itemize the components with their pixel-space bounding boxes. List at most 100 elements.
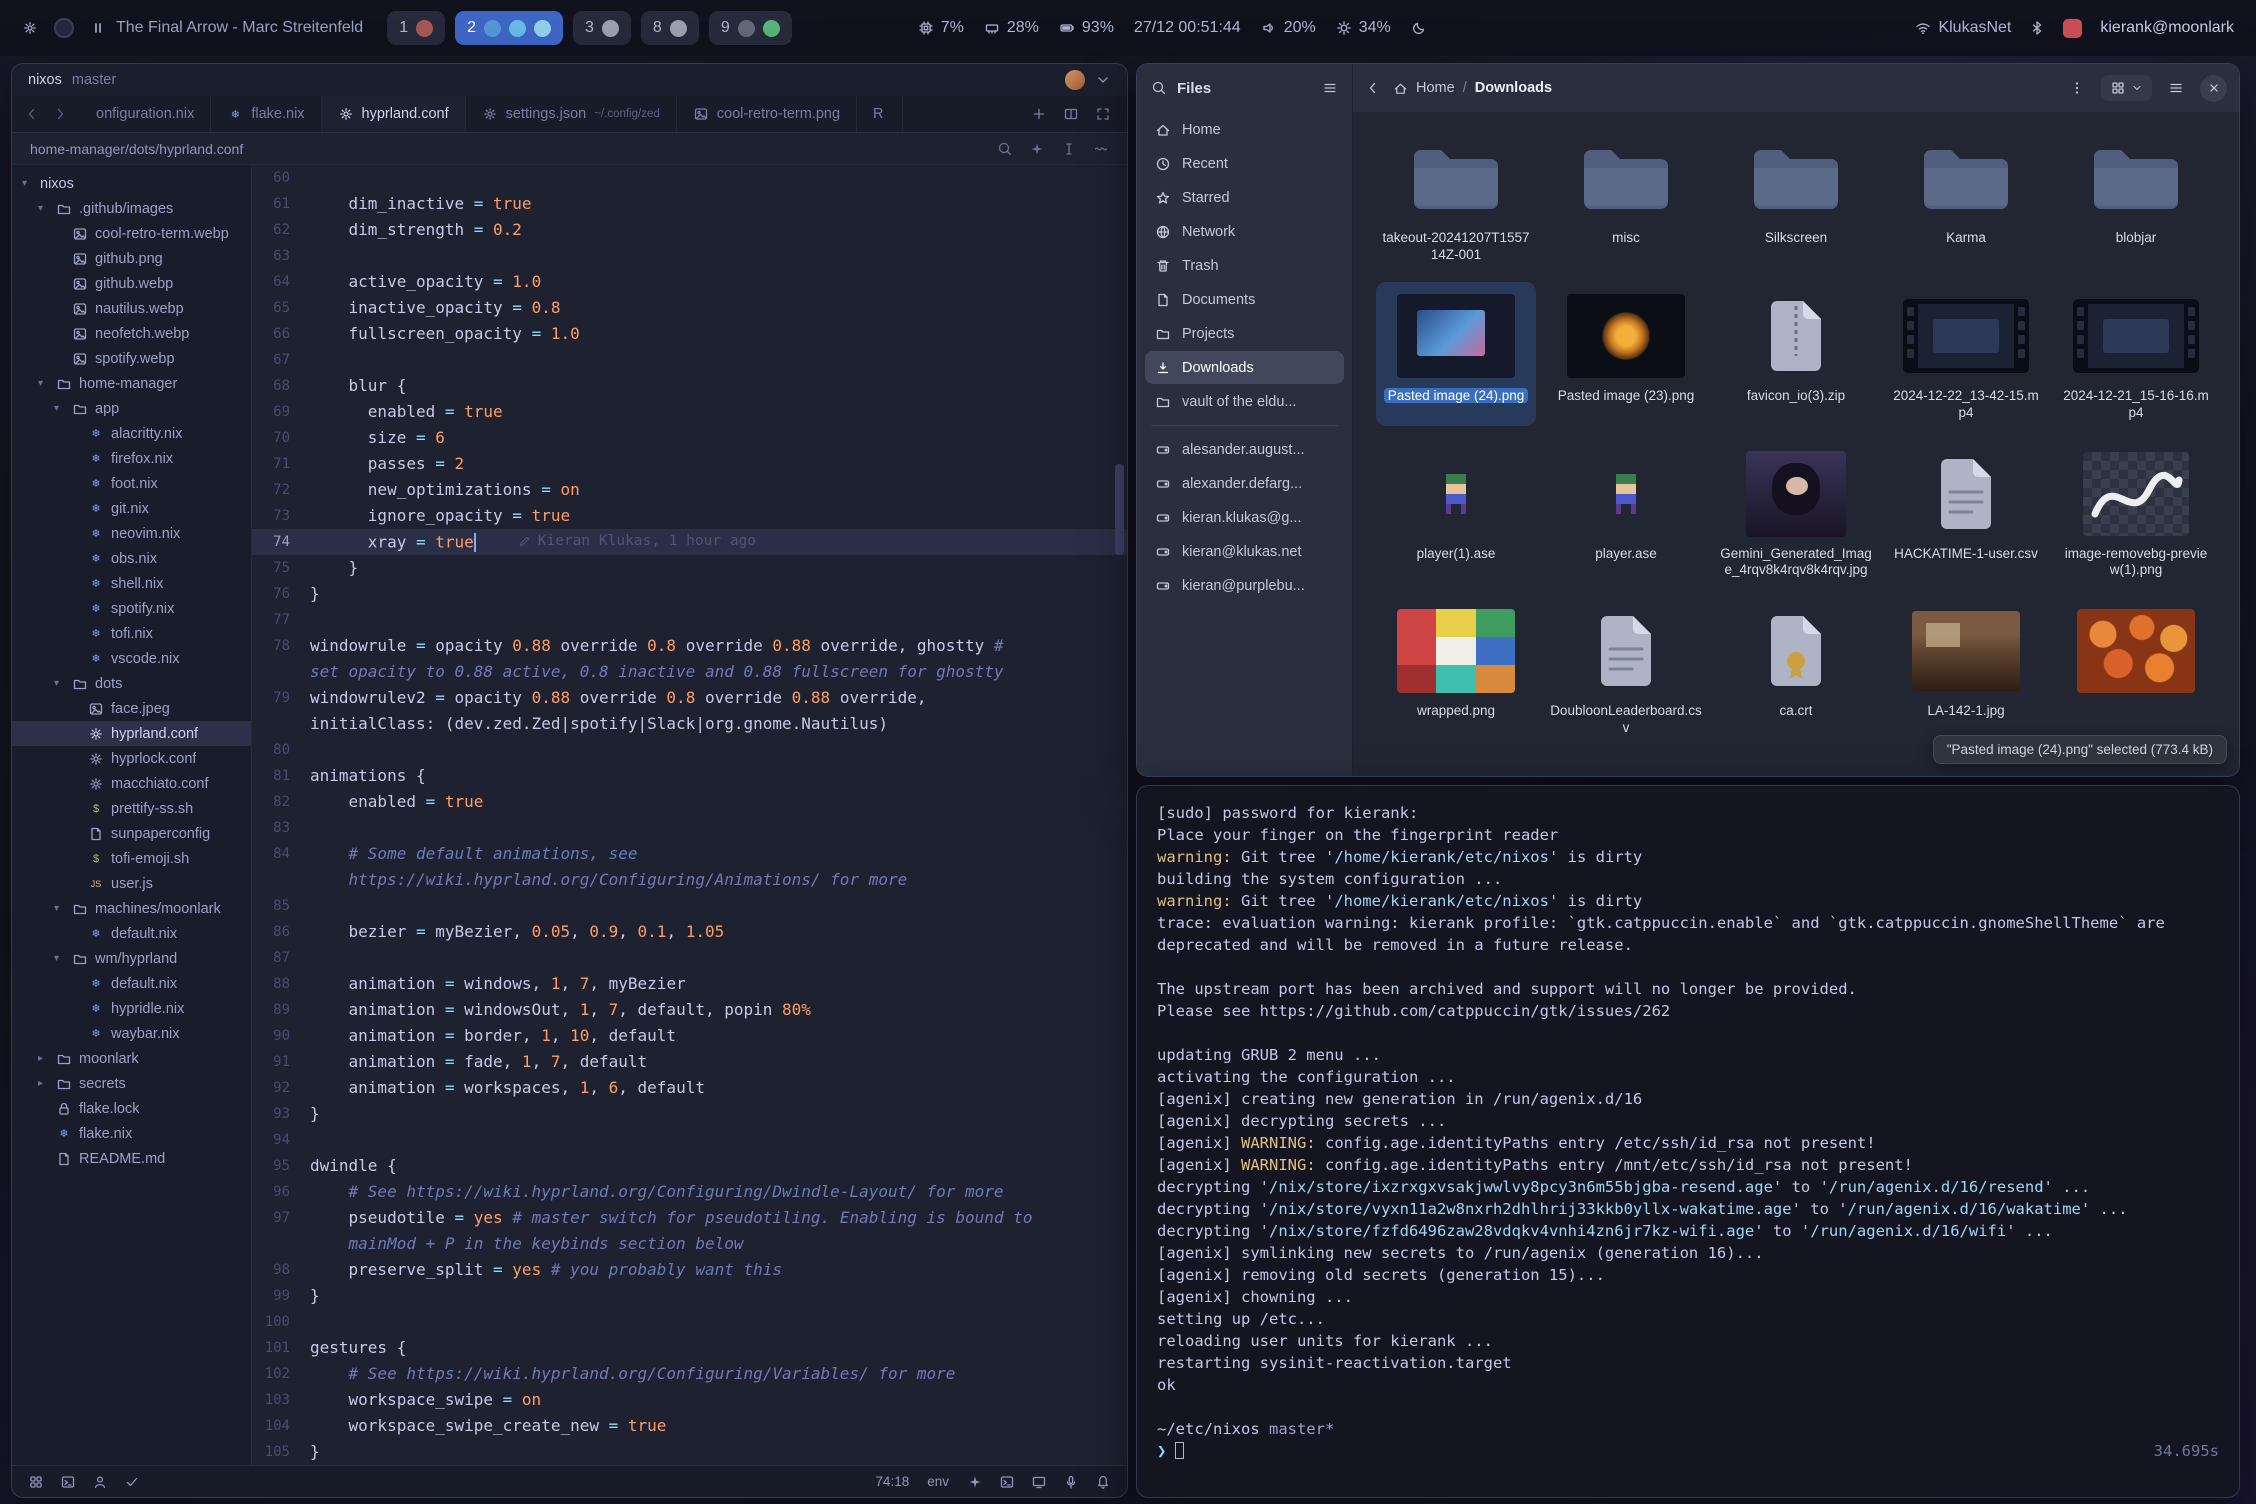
cursor-position[interactable]: 74:18 [875, 1474, 909, 1489]
breadcrumb-home[interactable]: Home [1416, 80, 1455, 96]
mic-button[interactable] [1063, 1473, 1079, 1489]
dnd-indicator-icon[interactable] [54, 18, 74, 38]
file-item-karma[interactable]: Karma [1886, 124, 2046, 268]
media-player[interactable]: The Final Arrow - Marc Streitenfeld [90, 19, 363, 37]
view-toggle-button[interactable] [2101, 75, 2152, 101]
file-item-2024-12-22-13-42-15-mp4[interactable]: 2024-12-22_13-42-15.mp4 [1886, 282, 2046, 426]
tree-item-sunpaperconfig[interactable]: sunpaperconfig [12, 821, 251, 846]
edit-prediction-button[interactable] [1061, 140, 1077, 157]
tree-item-alacritty-nix[interactable]: ❄alacritty.nix [12, 421, 251, 446]
tree-item-neovim-nix[interactable]: ❄neovim.nix [12, 521, 251, 546]
sidebar-account-alexander-defarg-[interactable]: alexander.defarg... [1145, 467, 1344, 500]
file-item-image-removebg-preview-1-png[interactable]: image-removebg-preview(1).png [2056, 440, 2216, 584]
tree-item-secrets[interactable]: ▸secrets [12, 1071, 251, 1096]
tree-item-spotify-webp[interactable]: spotify.webp [12, 346, 251, 371]
zoom-pane-button[interactable] [1095, 105, 1111, 123]
project-name[interactable]: nixos [28, 72, 62, 88]
tree-item-github-png[interactable]: github.png [12, 246, 251, 271]
workspace-1[interactable]: 1 [387, 11, 445, 45]
tree-item-spotify-nix[interactable]: ❄spotify.nix [12, 596, 251, 621]
brightness-indicator[interactable]: 34% [1336, 19, 1391, 37]
tree-item-neofetch-webp[interactable]: neofetch.webp [12, 321, 251, 346]
diagnostics-ok-button[interactable] [124, 1473, 140, 1489]
file-item-misc[interactable]: misc [1546, 124, 1706, 268]
file-item-player-ase[interactable]: player.ase [1546, 440, 1706, 584]
tree-item-wm-hyprland[interactable]: ▾wm/hyprland [12, 946, 251, 971]
tree-item-default-nix[interactable]: ❄default.nix [12, 921, 251, 946]
sidebar-account-kieran-klukas-net[interactable]: kieran@klukas.net [1145, 535, 1344, 568]
file-item-takeout-20241207t155714z-001[interactable]: takeout-20241207T155714Z-001 [1376, 124, 1536, 268]
tree-item-face-jpeg[interactable]: face.jpeg [12, 696, 251, 721]
sidebar-account-kieran-klukas-g-[interactable]: kieran.klukas@g... [1145, 501, 1344, 534]
tree-item-hypridle-nix[interactable]: ❄hypridle.nix [12, 996, 251, 1021]
file-item-pasted-image-23-png[interactable]: Pasted image (23).png [1546, 282, 1706, 426]
tree-item-hyprlock-conf[interactable]: hyprlock.conf [12, 746, 251, 771]
file-item-hackatime-1-user-csv[interactable]: HACKATIME-1-user.csv [1886, 440, 2046, 584]
stat-cpu[interactable]: 7% [918, 19, 964, 37]
tree-item-vscode-nix[interactable]: ❄vscode.nix [12, 646, 251, 671]
file-item-hidden[interactable] [2056, 597, 2216, 741]
file-item-blobjar[interactable]: blobjar [2056, 124, 2216, 268]
editor-scrollbar[interactable] [1115, 165, 1124, 1465]
file-item-ca-crt[interactable]: ca.crt [1716, 597, 1876, 741]
tree-item-nixos[interactable]: ▾nixos [12, 171, 251, 196]
clock[interactable]: 27/12 00:51:44 [1134, 19, 1241, 37]
menu-button[interactable] [2168, 79, 2184, 97]
tree-item-shell-nix[interactable]: ❄shell.nix [12, 571, 251, 596]
network-indicator[interactable]: KlukasNet [1915, 19, 2011, 37]
tree-item-tofi-emoji-sh[interactable]: $tofi-emoji.sh [12, 846, 251, 871]
tree-item-user-js[interactable]: JSuser.js [12, 871, 251, 896]
sidebar-item-home[interactable]: Home [1145, 113, 1344, 146]
workspace-8[interactable]: 8 [641, 11, 699, 45]
tree-item-github-webp[interactable]: github.webp [12, 271, 251, 296]
more-options-button[interactable] [2069, 79, 2085, 97]
breadcrumb[interactable]: home-manager/dots/hyprland.conf [30, 141, 243, 157]
file-item-favicon-io-3-zip[interactable]: favicon_io(3).zip [1716, 282, 1876, 426]
breadcrumb-current[interactable]: Downloads [1475, 80, 1552, 96]
tree-item-readme-md[interactable]: README.md [12, 1146, 251, 1171]
split-pane-button[interactable] [1063, 105, 1079, 123]
tree-item-macchiato-conf[interactable]: macchiato.conf [12, 771, 251, 796]
new-tab-button[interactable] [1031, 105, 1047, 123]
notifications-button[interactable] [1095, 1473, 1111, 1489]
tree-item-flake-lock[interactable]: flake.lock [12, 1096, 251, 1121]
tree-item-tofi-nix[interactable]: ❄tofi.nix [12, 621, 251, 646]
tree-item-hyprland-conf[interactable]: hyprland.conf [12, 721, 251, 746]
tree-item-waybar-nix[interactable]: ❄waybar.nix [12, 1021, 251, 1046]
tree-item-default-nix[interactable]: ❄default.nix [12, 971, 251, 996]
chevron-down-icon[interactable] [1095, 72, 1111, 88]
sidebar-item-starred[interactable]: Starred [1145, 181, 1344, 214]
stat-battery[interactable]: 93% [1059, 19, 1114, 37]
collab-panel-button[interactable] [92, 1473, 108, 1489]
tab-cool-retro-term-png[interactable]: cool-retro-term.png [677, 96, 857, 132]
workspace-9[interactable]: 9 [709, 11, 792, 45]
file-item-gemini-generated-image-4rqv8k4rqv8k4rqv-jpg[interactable]: Gemini_Generated_Image_4rqv8k4rqv8k4rqv.… [1716, 440, 1876, 584]
avatar[interactable] [1065, 70, 1085, 90]
list-view-icon[interactable] [1322, 79, 1338, 97]
tree-item-prettify-ss-sh[interactable]: $prettify-ss.sh [12, 796, 251, 821]
tab-hyprland-conf[interactable]: hyprland.conf [322, 96, 466, 132]
workspace-3[interactable]: 3 [573, 11, 631, 45]
sidebar-account-kieran-purplebu-[interactable]: kieran@purplebu... [1145, 569, 1344, 602]
tree-item-nautilus-webp[interactable]: nautilus.webp [12, 296, 251, 321]
tree-item-home-manager[interactable]: ▾home-manager [12, 371, 251, 396]
inline-assist-button[interactable] [1029, 140, 1045, 157]
tree-item-flake-nix[interactable]: ❄flake.nix [12, 1121, 251, 1146]
sidebar-item-trash[interactable]: Trash [1145, 249, 1344, 282]
tree-item-app[interactable]: ▾app [12, 396, 251, 421]
tab-onfiguration-nix[interactable]: onfiguration.nix [80, 96, 211, 132]
file-item-silkscreen[interactable]: Silkscreen [1716, 124, 1876, 268]
stat-memory[interactable]: 28% [984, 19, 1039, 37]
assistant-button[interactable] [967, 1473, 983, 1489]
screen-share-button[interactable] [1031, 1473, 1047, 1489]
tab-settings-json[interactable]: settings.json~/.config/zed [466, 96, 677, 132]
terminal-panel-button[interactable] [60, 1473, 76, 1489]
file-item-doubloonleaderboard-csv[interactable]: DoubloonLeaderboard.csv [1546, 597, 1706, 741]
tree-item-cool-retro-term-webp[interactable]: cool-retro-term.webp [12, 221, 251, 246]
git-branch[interactable]: master [72, 72, 116, 88]
tree-item-firefox-nix[interactable]: ❄firefox.nix [12, 446, 251, 471]
night-light-icon[interactable] [1411, 19, 1427, 37]
terminal-toggle-button[interactable] [999, 1473, 1015, 1489]
file-item-la-142-1-jpg[interactable]: LA-142-1.jpg [1886, 597, 2046, 741]
buffer-search-button[interactable] [997, 140, 1013, 157]
